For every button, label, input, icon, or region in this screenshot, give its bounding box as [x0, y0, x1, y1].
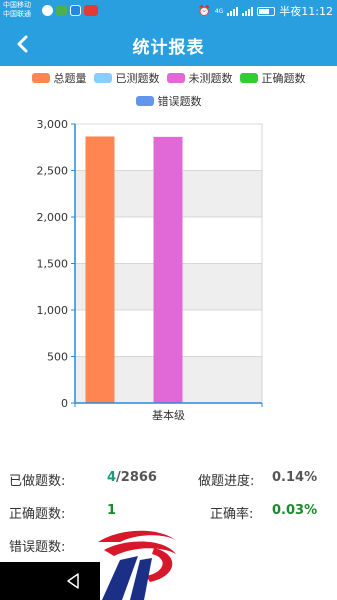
- wrong-label: 错误题数:: [9, 540, 66, 555]
- alarm-icon: ⏰: [198, 5, 211, 17]
- legend-item: 正确题数: [239, 70, 306, 86]
- title-bar: 统计报表: [0, 22, 337, 66]
- app-screen: { "status_bar": { "carrier_1": "中国移动", "…: [0, 0, 337, 600]
- legend-label: 正确题数: [261, 72, 306, 85]
- legend-swatch: [166, 73, 185, 83]
- done-label: 已做题数:: [9, 474, 66, 489]
- status-right: ⏰ 4G 半夜11:12: [198, 3, 333, 19]
- bar-总题量: [85, 136, 115, 403]
- legend-swatch: [31, 73, 50, 83]
- y-tick-label: 3,000: [37, 118, 69, 131]
- y-tick-label: 1,000: [37, 304, 69, 317]
- legend-label: 总题量: [53, 72, 87, 85]
- y-tick-label: 2,000: [37, 211, 69, 224]
- legend-item: 已测题数: [93, 70, 160, 86]
- bar-chart: 0 500 1,000 1,500 2,000 2,500 3,000 基本级: [37, 118, 263, 422]
- total-value: /2866: [116, 470, 157, 485]
- legend-item: 总题量: [31, 70, 87, 86]
- back-triangle-icon[interactable]: [67, 573, 79, 589]
- page-title: 统计报表: [132, 38, 205, 58]
- y-tick-label: 2,500: [37, 165, 69, 178]
- done-count: 4/2866: [107, 470, 157, 485]
- progress-label: 做题进度:: [198, 474, 255, 489]
- status-bar: 中国移动 中国联通 ⏰ 4G 半夜11:12: [0, 0, 337, 22]
- legend-item: 错误题数: [135, 93, 202, 109]
- rate-value: 0.03%: [272, 503, 318, 518]
- legend-swatch: [93, 73, 112, 83]
- nav-bar: [0, 562, 100, 600]
- legend-swatch: [239, 73, 258, 83]
- rate-label: 正确率:: [210, 507, 254, 522]
- y-tick-label: 1,500: [37, 258, 69, 271]
- app-notification-icon: [56, 5, 67, 16]
- legend-swatch: [135, 96, 154, 106]
- app-notification-icon: [70, 5, 81, 16]
- legend-item: 未测题数: [166, 70, 233, 86]
- y-tick-label: 500: [47, 351, 68, 364]
- y-tick-label: 0: [61, 397, 68, 410]
- legend-label: 未测题数: [188, 72, 233, 85]
- notification-icons: [42, 5, 98, 16]
- legend-label: 错误题数: [157, 95, 202, 108]
- signal-icon: [227, 6, 239, 16]
- done-value: 4: [107, 470, 117, 485]
- watermark-logo: [98, 530, 178, 600]
- network-type: 4G: [214, 7, 224, 15]
- app-notification-icon: [84, 5, 98, 16]
- legend-row: 总题量 已测题数 未测题数 正确题数: [0, 70, 337, 86]
- bar-未测题数: [153, 136, 183, 404]
- carrier-2: 中国联通: [3, 10, 31, 18]
- clock: 半夜11:12: [279, 5, 333, 18]
- correct-value: 1: [107, 503, 117, 518]
- correct-label: 正确题数:: [9, 507, 66, 522]
- x-tick-label: 基本级: [152, 408, 185, 422]
- app-notification-icon: [42, 5, 53, 16]
- battery-icon: [257, 6, 276, 16]
- carrier-1: 中国移动: [3, 1, 31, 9]
- progress-value: 0.14%: [272, 470, 318, 485]
- signal-icon: [242, 6, 254, 16]
- legend-label: 已测题数: [115, 72, 160, 85]
- legend-row: 错误题数: [0, 93, 337, 109]
- carrier-info: 中国移动 中国联通: [3, 1, 31, 19]
- chart-legend: 总题量 已测题数 未测题数 正确题数 错误题数: [0, 70, 337, 116]
